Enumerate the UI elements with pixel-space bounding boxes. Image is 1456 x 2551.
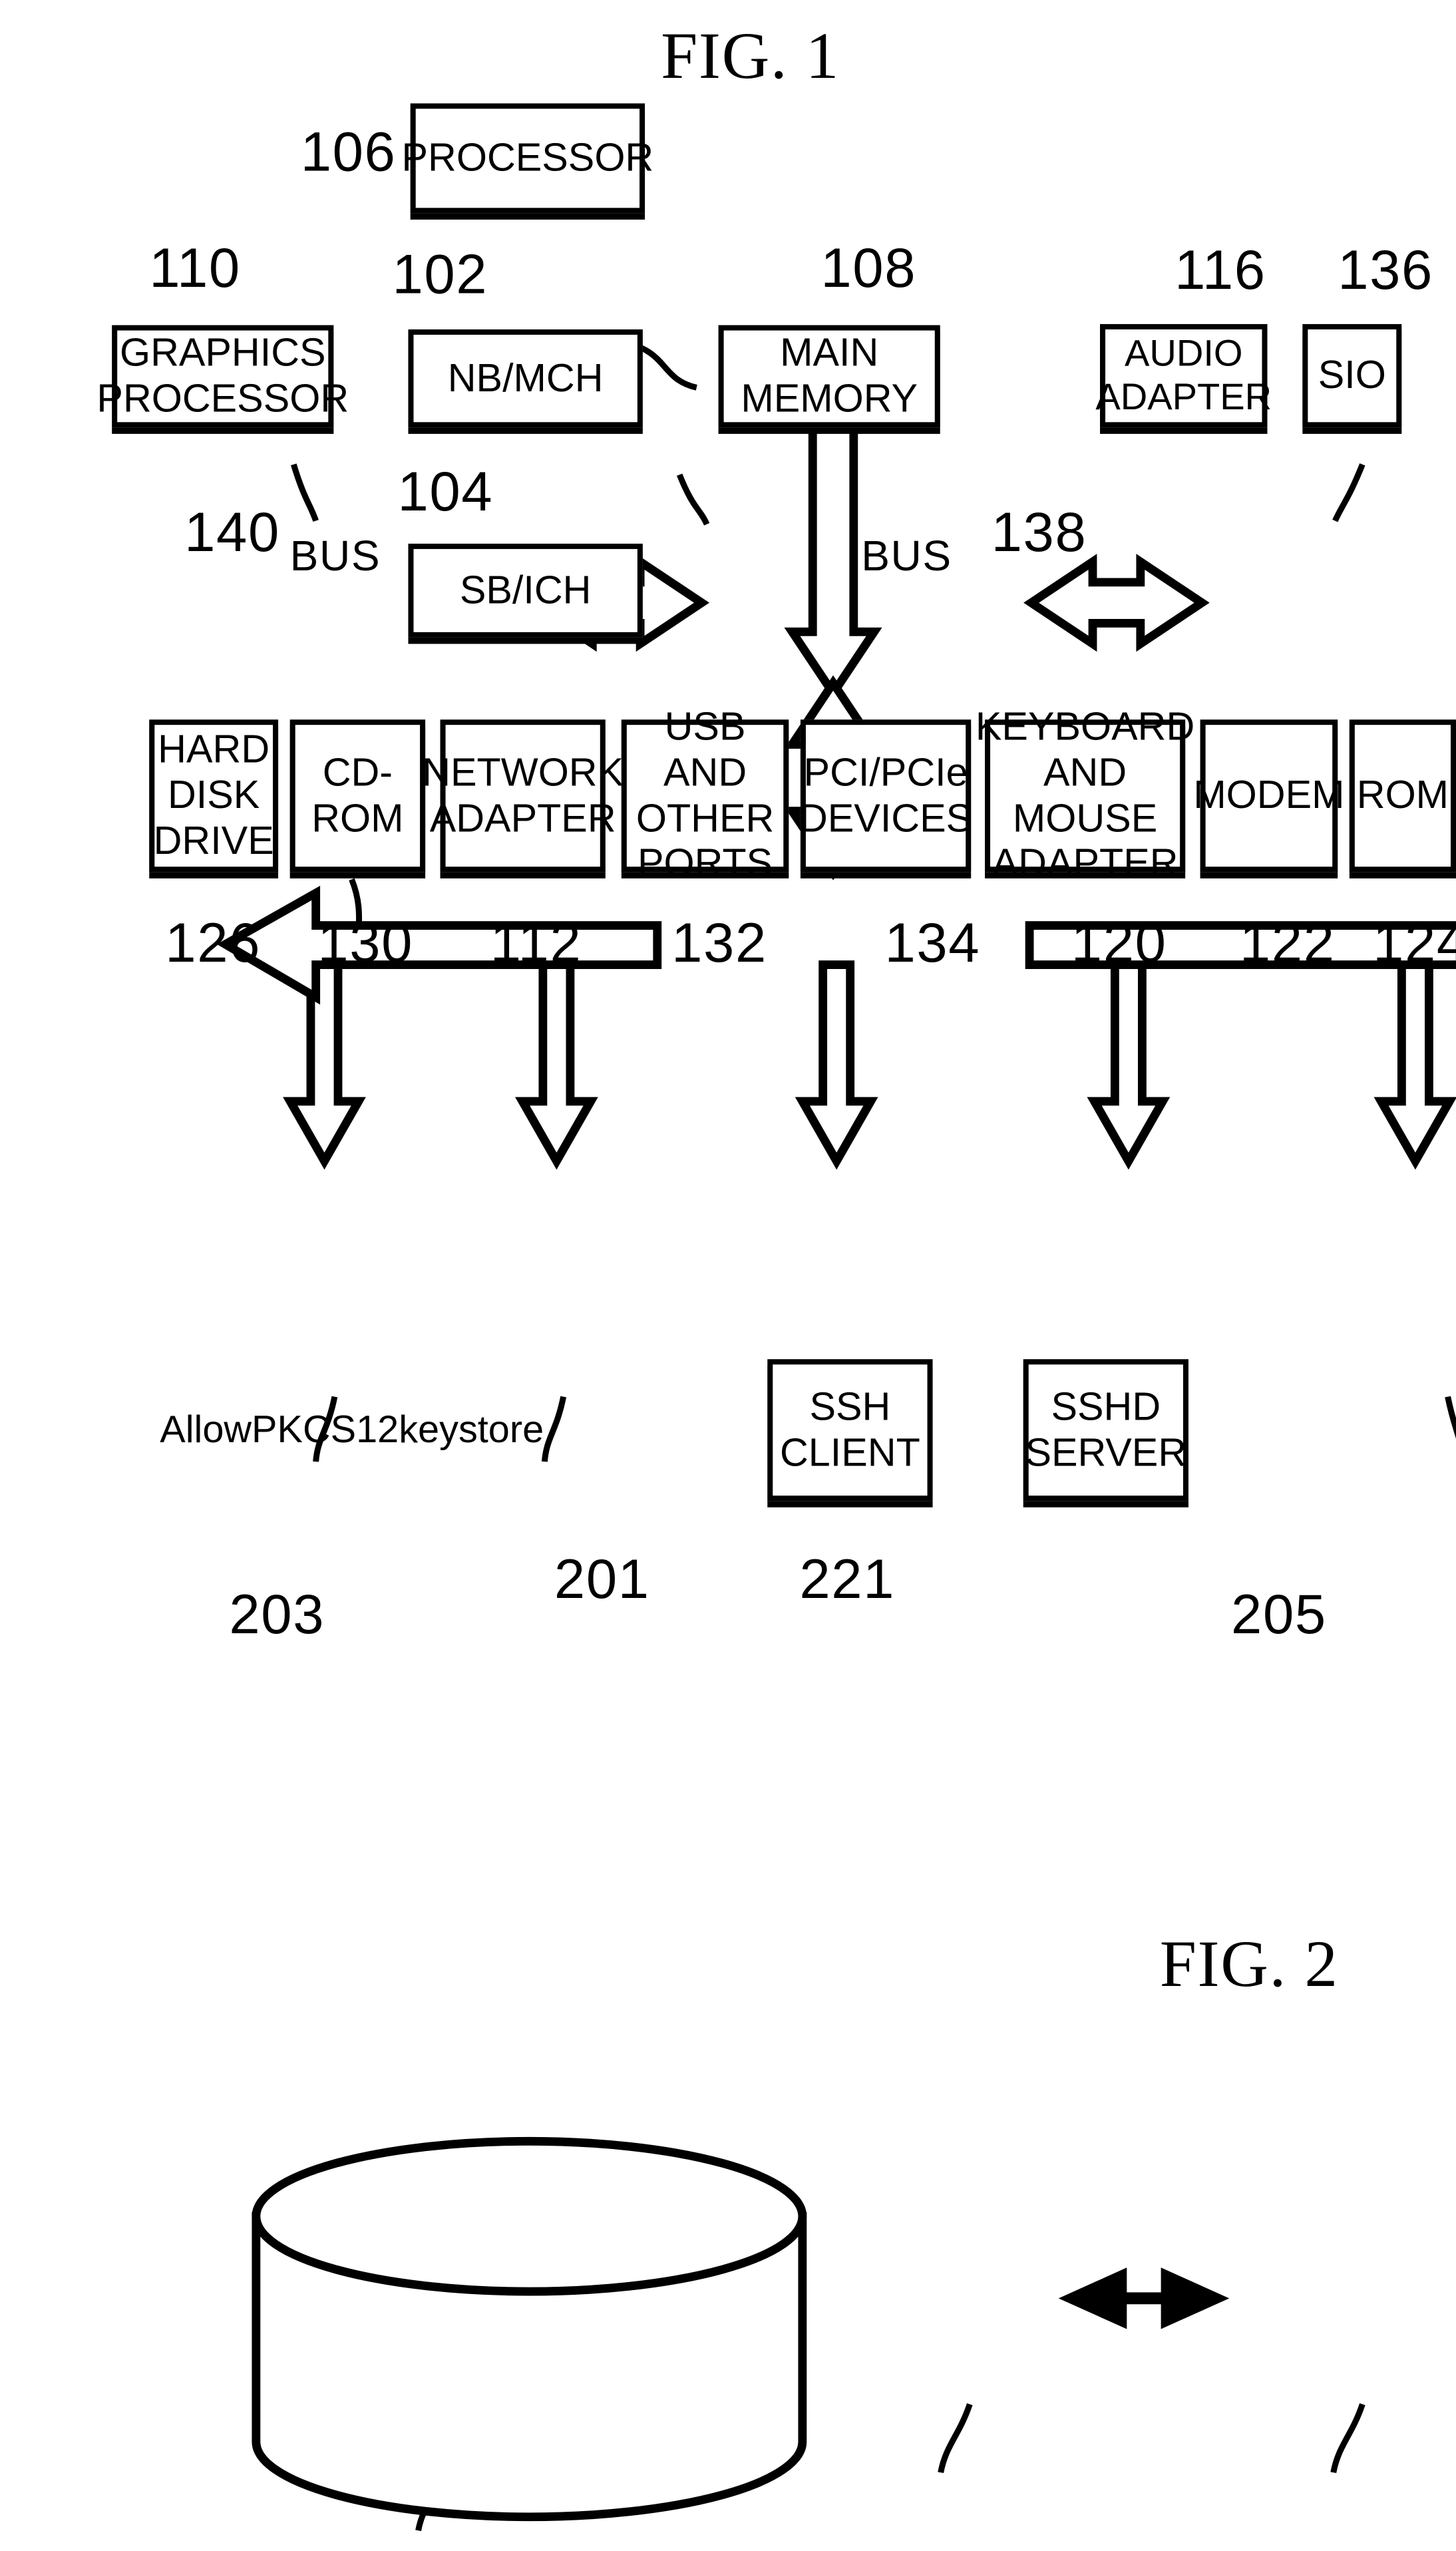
ref-112: 112 [490,912,582,975]
block-nbmch-label: NB/MCH [447,355,604,399]
block-ssh-client-label: SSH CLIENT [780,1384,920,1474]
block-sbich-label: SB/ICH [459,568,592,612]
ref-116: 116 [1175,240,1266,302]
ref-106: 106 [300,121,397,184]
block-keyboard-mouse-adapter: KEYBOARD AND MOUSE ADAPTER [976,704,1194,885]
leader-203 [415,2462,451,2532]
block-keyboard-mouse-adapter-label: KEYBOARD AND MOUSE ADAPTER [975,704,1195,886]
arrow-bus-to-pci-devices [1373,960,1456,1170]
block-rom-label: ROM [1356,773,1449,817]
block-main-memory-label: MAIN MEMORY [741,330,918,421]
arrow-bus-to-cdrom [515,960,598,1170]
block-cdrom: CD-ROM [289,719,426,873]
leader-102 [676,473,710,526]
ref-134: 134 [884,912,981,975]
block-hard-disk-drive: HARD DISK DRIVE [149,719,279,873]
block-graphics-processor: GRAPHICS PROCESSOR [96,325,349,428]
ref-108: 108 [820,238,917,300]
block-pci-devices-label: PCI/PCIe DEVICES [799,749,973,840]
block-sio: SIO [1302,323,1402,428]
bus-left-rail [216,885,662,1005]
block-sio-label: SIO [1318,353,1386,397]
db-keystore-label: AllowPKCS12keystore [160,1407,544,1451]
ref-136: 136 [1338,240,1433,302]
ref-122: 122 [1239,912,1336,975]
ref-203: 203 [229,1584,325,1647]
arrow-bus-to-hard-disk [283,960,366,1170]
block-processor: PROCESSOR [402,103,653,214]
leader-134 [1445,1396,1456,1439]
block-hard-disk-drive-label: HARD DISK DRIVE [153,727,274,863]
block-network-adapter: NETWORK ADAPTER [422,719,624,873]
arrow-bus-to-usb-ports [1087,960,1171,1170]
leader-221 [1330,2403,1365,2473]
block-usb-ports-label: USB AND OTHER PORTS [636,704,775,886]
ref-124: 124 [1373,912,1456,975]
ref-201: 201 [554,1549,650,1611]
arrow-bus-to-network-adapter [795,960,878,1170]
block-network-adapter-label: NETWORK ADAPTER [422,749,624,840]
leader-130 [541,1396,567,1462]
figure-2-title: FIG. 2 [1159,1928,1339,2001]
block-pci-devices: PCI/PCIe DEVICES [799,719,972,873]
block-usb-ports: USB AND OTHER PORTS [621,704,789,885]
ref-110: 110 [149,238,241,300]
leader-110 [290,463,319,522]
figure-1-title: FIG. 1 [661,20,840,93]
block-ssh-client: SSH CLIENT [767,1359,933,1501]
block-main-memory: MAIN MEMORY [718,325,940,428]
block-nbmch: NB/MCH [408,329,643,428]
arrow-nbmch-memory [1023,554,1210,652]
block-sshd-server-label: SSHD SERVER [1025,1384,1187,1474]
ref-140: 140 [184,502,280,564]
block-sshd-server: SSHD SERVER [1023,1359,1188,1501]
ref-205: 205 [1231,1584,1327,1647]
block-graphics-processor-label: GRAPHICS PROCESSOR [96,330,349,421]
ref-104: 104 [397,461,494,524]
ref-120: 120 [1071,912,1167,975]
ref-138: 138 [991,502,1087,564]
ref-221: 221 [799,1549,896,1611]
block-cdrom-label: CD-ROM [311,749,404,840]
bus-left-label: BUS [289,532,381,580]
patent-figure-sheet: FIG. 1 PROCESSOR 106 100 GRAPHICS PROCES… [0,0,1456,2532]
cylinder-keystore [252,2136,807,2522]
block-audio-adapter: AUDIO ADAPTER [1095,323,1272,428]
ref-102: 102 [392,244,488,306]
leader-108 [1332,463,1365,522]
ref-126: 126 [165,912,262,975]
block-rom: ROM [1349,719,1456,873]
block-sbich: SB/ICH [408,543,643,638]
bus-right-label: BUS [861,532,952,580]
block-audio-adapter-label: AUDIO ADAPTER [1095,332,1272,418]
block-processor-label: PROCESSOR [401,135,654,180]
block-modem-label: MODEM [1193,773,1345,817]
ref-130: 130 [317,912,414,975]
leader-201 [938,2403,973,2473]
ref-132: 132 [671,912,767,975]
fig2-arrows [1058,2267,1230,2329]
block-modem: MODEM [1193,719,1344,873]
